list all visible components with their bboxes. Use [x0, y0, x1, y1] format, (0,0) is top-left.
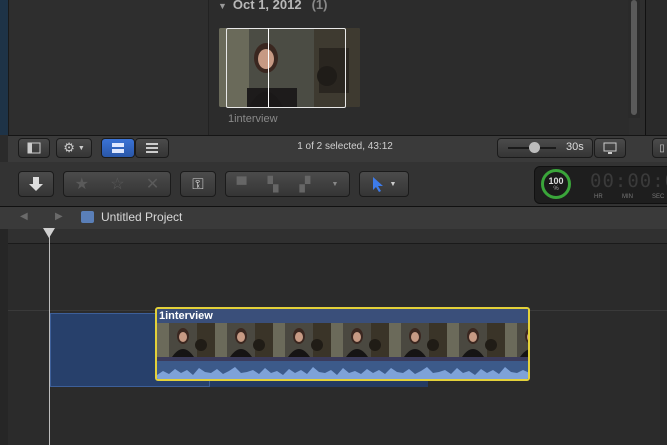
browser-scrollbar-thumb[interactable] [631, 0, 637, 115]
timeline-ruler[interactable] [8, 229, 667, 244]
import-button[interactable] [18, 171, 54, 197]
clip-selection-range[interactable] [226, 28, 346, 108]
favorite-star-icon[interactable]: ★ [75, 174, 89, 194]
viewer-toggle-button[interactable]: ▯ [652, 138, 667, 158]
filmstrip-view-button[interactable] [101, 138, 135, 158]
download-arrow-icon [29, 177, 43, 191]
selection-status: 1 of 2 selected, 43:12 [297, 141, 393, 152]
chevron-down-icon[interactable]: ▼ [331, 181, 338, 188]
disclosure-triangle-icon[interactable]: ▼ [218, 1, 227, 11]
timeline-left-edge [0, 229, 8, 445]
sidebar-toggle-icon [27, 142, 41, 154]
timecode-unit-sec: SEC [652, 194, 665, 200]
filmstrip-view-icon [112, 143, 124, 153]
playhead-handle[interactable] [43, 228, 55, 238]
edit-buttons-group: ▀ ▚ ▞ ▼ [225, 171, 350, 197]
timeline-clip[interactable]: 1interview [155, 307, 530, 381]
filmstrip-frames [157, 323, 528, 357]
select-tool-button[interactable]: ▼ [359, 171, 409, 197]
clip-name-label: 1interview [228, 113, 278, 125]
timecode-display[interactable]: 00:00:0 [590, 170, 667, 192]
viewer-icon: ▯ [659, 142, 665, 154]
gear-icon: ⚙ [63, 140, 75, 155]
chevron-down-icon: ▼ [77, 144, 85, 152]
clip-audio-waveform [157, 361, 528, 379]
timecode-units: HR MIN SEC [592, 194, 667, 202]
filmstrip-appearance-icon [603, 142, 617, 154]
zoom-slider-knob[interactable] [529, 142, 540, 153]
rating-group: ★ ☆ ✕ [63, 171, 171, 197]
skimmer-line [268, 28, 269, 107]
date-group-count: (1) [311, 0, 328, 12]
key-icon: ⚿ [192, 175, 204, 193]
timeline-clip-title: 1interview [159, 310, 213, 322]
reject-x-icon[interactable]: ✕ [146, 174, 159, 194]
meter-unit: % [553, 186, 559, 192]
back-arrow-icon[interactable]: ◀ [20, 211, 28, 222]
date-group-header[interactable]: ▼ Oct 1, 2012 (1) [218, 0, 327, 13]
list-view-button[interactable] [135, 138, 169, 158]
left-sidebar-strip [0, 0, 8, 135]
keyword-button[interactable]: ⚿ [180, 171, 216, 197]
chevron-down-icon: ▼ [389, 180, 397, 188]
timecode-unit-min: MIN [622, 194, 633, 200]
clip-filmstrip [157, 323, 528, 357]
show-library-button[interactable] [18, 138, 50, 158]
meter-value: 100 [548, 176, 564, 186]
insert-clip-icon[interactable]: ▚ [268, 176, 279, 193]
append-clip-icon[interactable]: ▞ [300, 176, 311, 193]
playhead-line[interactable] [49, 236, 50, 445]
clip-appearance-button[interactable] [594, 138, 626, 158]
list-view-icon [146, 143, 158, 153]
action-menu-button[interactable]: ⚙ ▼ [56, 138, 92, 158]
waveform-graphic [157, 367, 528, 379]
viewer-panel-edge [645, 0, 667, 135]
project-title: Untitled Project [101, 210, 183, 224]
connect-clip-icon[interactable]: ▀ [237, 176, 247, 192]
zoom-duration-label: 30s [566, 141, 584, 153]
forward-arrow-icon[interactable]: ▶ [55, 211, 63, 222]
unrate-star-icon[interactable]: ☆ [110, 174, 124, 194]
timecode-unit-hr: HR [594, 194, 603, 200]
date-group-label: Oct 1, 2012 [232, 0, 302, 12]
arrow-cursor-icon [372, 177, 383, 192]
project-clapper-icon [81, 211, 94, 223]
